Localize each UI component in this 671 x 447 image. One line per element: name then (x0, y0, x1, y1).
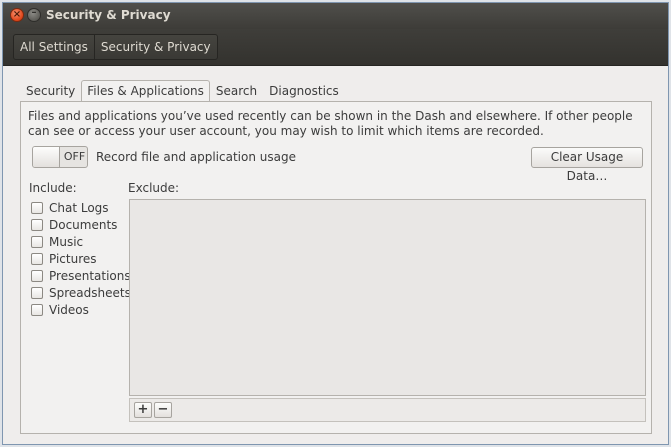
include-list: Chat Logs Documents Music Pictures Prese… (31, 199, 131, 318)
include-item-label: Music (49, 234, 84, 249)
titlebar: × – Security & Privacy (3, 3, 668, 29)
include-item-label: Videos (49, 302, 89, 317)
minus-icon: − (157, 402, 169, 417)
close-icon: × (12, 9, 22, 20)
include-item-chat-logs[interactable]: Chat Logs (31, 199, 131, 216)
include-item-presentations[interactable]: Presentations (31, 267, 131, 284)
remove-exclusion-button[interactable]: − (154, 402, 172, 418)
checkbox[interactable] (31, 286, 43, 299)
checkbox[interactable] (31, 201, 43, 214)
include-item-label: Presentations (49, 268, 131, 283)
record-usage-switch[interactable]: OFF (32, 146, 88, 168)
include-item-label: Chat Logs (49, 200, 109, 215)
record-usage-label: Record file and application usage (96, 150, 296, 164)
breadcrumb-all-settings[interactable]: All Settings (14, 35, 94, 59)
exclude-list[interactable] (129, 199, 646, 396)
tab-search[interactable]: Search (210, 80, 263, 102)
checkbox[interactable] (31, 252, 43, 265)
tab-diagnostics[interactable]: Diagnostics (263, 80, 345, 102)
checkbox[interactable] (31, 235, 43, 248)
include-label: Include: (29, 181, 77, 195)
clear-usage-data-button[interactable]: Clear Usage Data… (531, 147, 643, 183)
add-exclusion-button[interactable]: + (134, 402, 152, 418)
checkbox[interactable] (31, 303, 43, 316)
include-item-pictures[interactable]: Pictures (31, 250, 131, 267)
breadcrumb: All Settings Security & Privacy (13, 34, 218, 60)
window-title: Security & Privacy (46, 8, 171, 22)
exclude-toolbar: + − (129, 398, 646, 422)
description-text: Files and applications you’ve used recen… (28, 109, 633, 138)
tab-bar: Security Files & Applications Search Dia… (20, 80, 345, 103)
include-item-documents[interactable]: Documents (31, 216, 131, 233)
close-window-button[interactable]: × (10, 8, 24, 22)
minimize-icon: – (31, 7, 37, 18)
include-item-label: Spreadsheets (49, 285, 131, 300)
checkbox[interactable] (31, 218, 43, 231)
minimize-window-button[interactable]: – (27, 7, 41, 22)
include-item-spreadsheets[interactable]: Spreadsheets (31, 284, 131, 301)
include-item-music[interactable]: Music (31, 233, 131, 250)
include-item-label: Pictures (49, 251, 97, 266)
breadcrumb-security-privacy[interactable]: Security & Privacy (93, 35, 217, 59)
files-applications-panel: Files and applications you’ve used recen… (20, 101, 652, 434)
include-item-videos[interactable]: Videos (31, 301, 131, 318)
settings-window: × – Security & Privacy All Settings Secu… (2, 2, 669, 445)
checkbox[interactable] (31, 269, 43, 282)
tab-files-applications[interactable]: Files & Applications (81, 80, 210, 103)
exclude-label: Exclude: (128, 181, 180, 195)
switch-state-label: OFF (63, 150, 86, 163)
plus-icon: + (137, 402, 149, 417)
include-item-label: Documents (49, 217, 118, 232)
switch-knob (33, 147, 60, 167)
tab-security[interactable]: Security (20, 80, 81, 102)
toolbar: All Settings Security & Privacy (3, 29, 668, 66)
